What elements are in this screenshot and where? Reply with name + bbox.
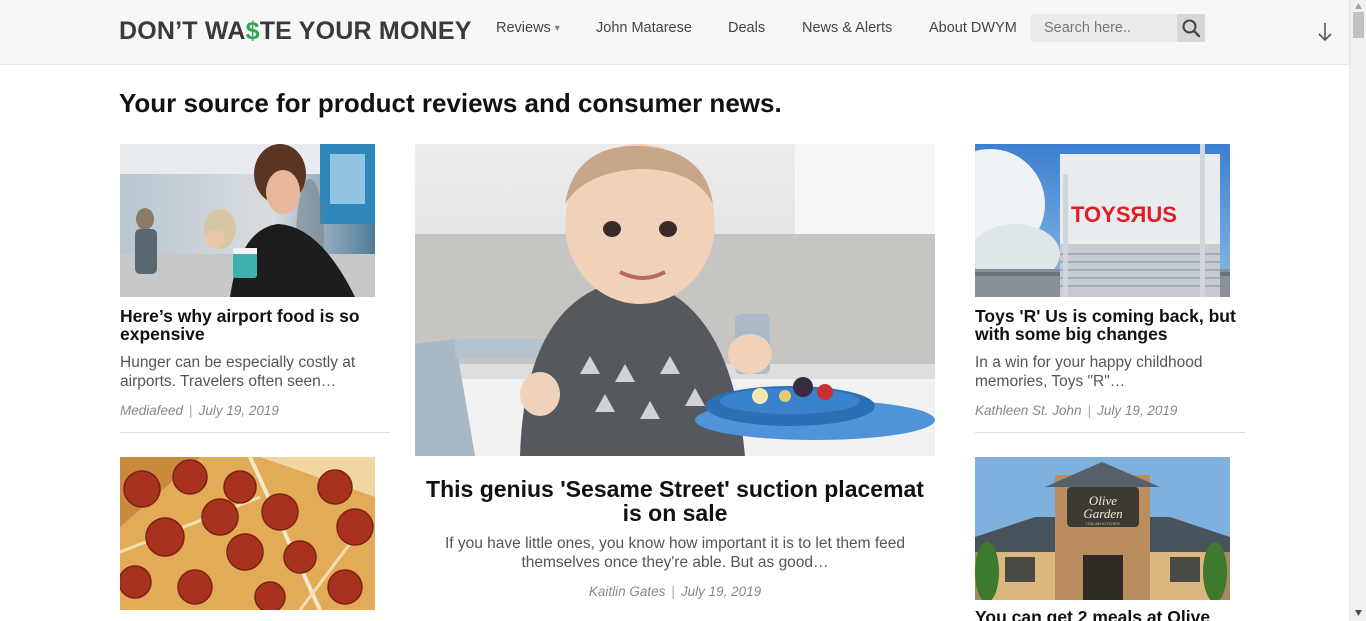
card-divider: [120, 432, 390, 433]
byline-separator: |: [671, 584, 675, 599]
nav-reviews[interactable]: Reviews ▾: [496, 20, 560, 36]
byline-separator: |: [1087, 403, 1092, 418]
nav-john-matarese[interactable]: John Matarese: [596, 20, 692, 36]
card-title[interactable]: You can get 2 meals at Olive: [975, 608, 1245, 621]
nav-news-alerts[interactable]: News & Alerts: [802, 20, 892, 36]
feature-excerpt: If you have little ones, you know how im…: [444, 535, 906, 571]
site-logo[interactable]: DON’T WA$TE YOUR MONEY: [119, 17, 472, 46]
feature-author: Kaitlin Gates: [588, 584, 666, 599]
card-author: Kathleen St. John: [975, 403, 1082, 418]
logo-text-end: TE YOUR MONEY: [259, 17, 472, 45]
olive-garden-sign-line2: Garden: [1083, 506, 1122, 521]
feature-title[interactable]: This genius 'Sesame Street' suction plac…: [415, 477, 935, 525]
feature-image-baby[interactable]: [415, 144, 935, 456]
card-byline: Kathleen St. John | July 19, 2019: [975, 403, 1177, 418]
nav-about[interactable]: About DWYM: [929, 20, 1017, 36]
card-author: Mediafeed: [120, 403, 184, 418]
nav-deals[interactable]: Deals: [728, 20, 765, 36]
pizza-image[interactable]: [120, 457, 375, 610]
olive-garden-sign-sub: ITALIAN KITCHEN: [1086, 521, 1120, 526]
scroll-thumb[interactable]: [1353, 12, 1364, 38]
card-title[interactable]: Here’s why airport food is so expensive: [120, 307, 385, 343]
card-byline: Mediafeed | July 19, 2019: [120, 403, 279, 418]
page-title: Your source for product reviews and cons…: [119, 88, 782, 118]
page-scrollbar[interactable]: [1349, 0, 1366, 621]
airport-food-image[interactable]: [120, 144, 375, 297]
site-header: DON’T WA$TE YOUR MONEY Reviews ▾ John Mat…: [0, 0, 1349, 65]
toysrus-sign-text: TOYSЯUS: [1071, 202, 1177, 227]
arrow-down-icon[interactable]: [1315, 20, 1335, 44]
nav-reviews-label: Reviews: [496, 20, 551, 36]
byline-separator: |: [189, 403, 193, 418]
feature-byline: Kaitlin Gates | July 19, 2019: [415, 584, 935, 599]
card-date: July 19, 2019: [1097, 403, 1178, 418]
search-button[interactable]: [1177, 14, 1205, 42]
scroll-down-arrow-icon[interactable]: [1354, 609, 1363, 617]
chevron-down-icon: ▾: [554, 23, 560, 34]
logo-text-start: DON’T WA: [119, 17, 246, 45]
toysrus-image[interactable]: TOYSЯUS: [975, 144, 1230, 297]
olive-garden-image[interactable]: Olive Garden ITALIAN KITCHEN: [975, 457, 1230, 600]
card-divider: [975, 432, 1245, 433]
card-excerpt: In a win for your happy childhood memori…: [975, 354, 1203, 390]
search-icon: [1182, 19, 1201, 38]
scroll-up-arrow-icon[interactable]: [1354, 2, 1363, 10]
search-input[interactable]: [1031, 14, 1177, 42]
card-excerpt: Hunger can be especially costly at airpo…: [120, 354, 356, 390]
card-date: July 19, 2019: [198, 403, 279, 418]
card-title[interactable]: Toys 'R' Us is coming back, but with som…: [975, 307, 1245, 343]
logo-dollar: $: [245, 17, 260, 45]
feature-date: July 19, 2019: [680, 584, 762, 599]
